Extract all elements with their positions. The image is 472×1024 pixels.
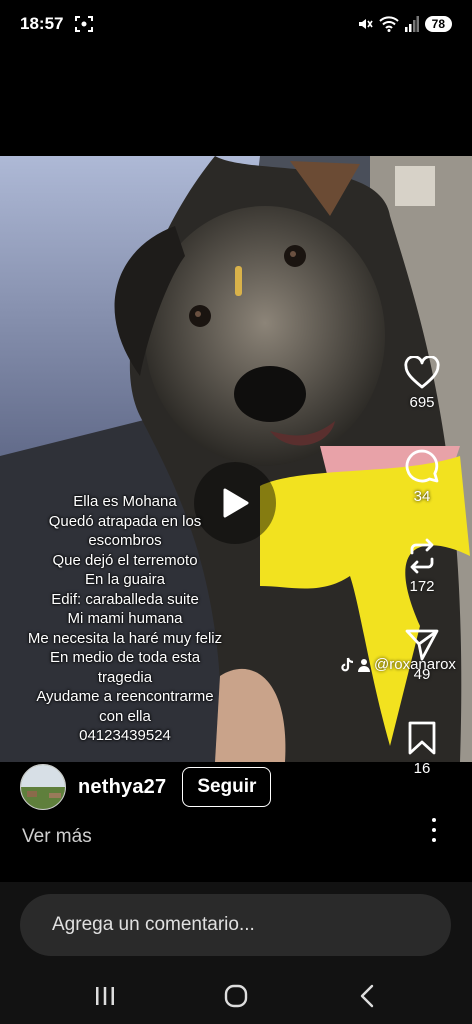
avatar-image xyxy=(21,765,65,809)
author-username[interactable]: nethya27 xyxy=(78,776,166,799)
status-right: 78 xyxy=(357,16,452,32)
battery-indicator: 78 xyxy=(424,16,452,32)
share-count: 49 xyxy=(413,666,431,683)
bookmark-icon xyxy=(408,721,436,755)
tiktok-logo-icon xyxy=(341,657,354,671)
caption-line: En la guaira xyxy=(84,571,166,588)
caption-line: Edif: caraballeda suite xyxy=(51,590,199,608)
caption-line: Que dejó el terremoto xyxy=(52,551,198,569)
see-more-link[interactable]: Ver más xyxy=(22,826,92,848)
save-button[interactable]: 16 xyxy=(390,720,454,777)
more-dot xyxy=(432,838,436,842)
save-count: 16 xyxy=(413,760,431,777)
caption-line: Me necesita la haré muy feliz xyxy=(27,629,223,647)
heart-icon xyxy=(404,356,440,389)
user-icon xyxy=(358,658,370,672)
home-button[interactable] xyxy=(206,974,266,1018)
recent-apps-icon xyxy=(96,987,115,1005)
caption-line: Quedó atrapada en los xyxy=(48,512,202,530)
status-bar: 18:57 78 xyxy=(0,0,472,48)
recent-apps-button[interactable] xyxy=(75,974,135,1018)
action-rail: 695 34 172 49 16 xyxy=(390,356,454,796)
caption-line: escombros xyxy=(88,532,162,549)
video-caption: Ella es Mohana Quedó atrapada en los esc… xyxy=(0,492,250,746)
share-button[interactable]: 49 xyxy=(390,628,454,683)
caption-line: 04123439524 xyxy=(79,727,171,744)
system-nav-bar xyxy=(0,968,472,1024)
follow-button[interactable]: Seguir xyxy=(182,767,272,807)
caption-line: Ella es Mohana xyxy=(73,493,177,510)
comment-bubble-icon xyxy=(405,449,439,483)
paper-plane-icon xyxy=(405,629,439,661)
home-icon xyxy=(224,984,248,1008)
more-vertical-icon[interactable] xyxy=(424,818,444,842)
wifi-icon xyxy=(378,16,399,32)
back-icon xyxy=(360,984,373,1008)
like-button[interactable]: 695 xyxy=(390,356,454,411)
caption-line: tragedia xyxy=(97,668,153,686)
avatar[interactable] xyxy=(20,764,66,810)
caption-line: En medio de toda esta xyxy=(49,649,201,666)
repost-count: 172 xyxy=(409,578,435,595)
like-count: 695 xyxy=(409,394,435,411)
caption-line: Ayudame a reencontrarme xyxy=(36,688,214,705)
caption-line: Mi mami humana xyxy=(67,610,183,627)
comment-input[interactable] xyxy=(20,894,451,956)
mute-icon xyxy=(358,19,373,29)
comment-button[interactable]: 34 xyxy=(390,448,454,505)
status-left: 18:57 xyxy=(20,14,94,34)
screenshot-icon xyxy=(75,16,94,32)
caption-line: con ella xyxy=(99,707,151,725)
repost-button[interactable]: 172 xyxy=(390,538,454,595)
repost-icon xyxy=(410,538,434,574)
signal-icon xyxy=(404,16,419,32)
more-dot xyxy=(432,818,436,822)
more-dot xyxy=(432,828,436,832)
back-button[interactable] xyxy=(337,974,397,1018)
comment-count: 34 xyxy=(413,488,431,505)
status-time: 18:57 xyxy=(20,14,64,33)
author-row: nethya27 Seguir xyxy=(20,762,272,812)
